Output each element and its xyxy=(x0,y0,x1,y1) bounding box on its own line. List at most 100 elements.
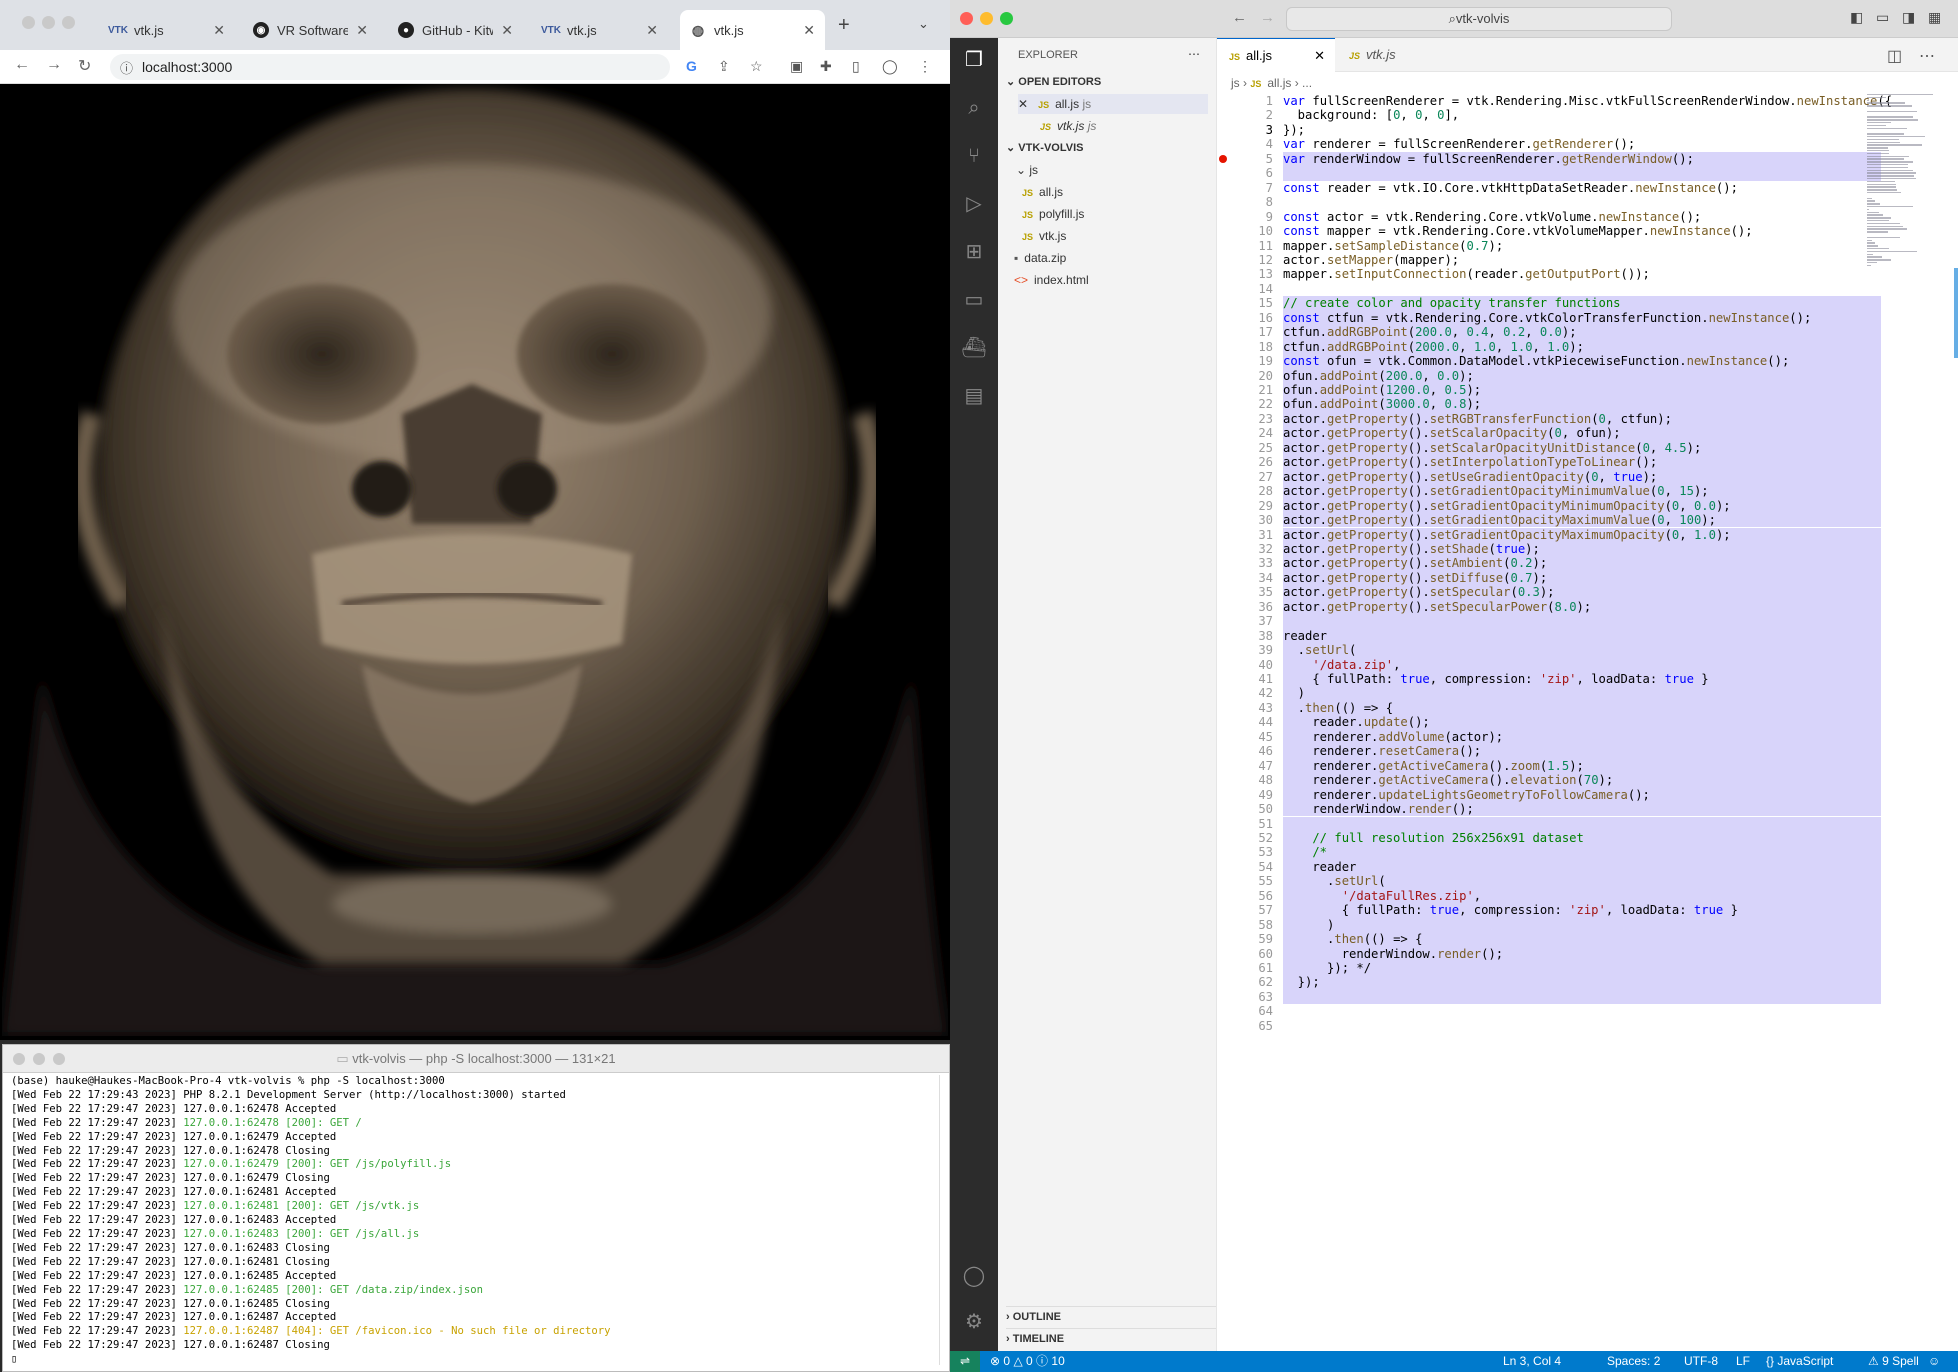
close-icon[interactable]: ✕ xyxy=(1314,39,1325,73)
code-line[interactable]: actor.getProperty().setDiffuse(0.7); xyxy=(1283,570,1881,586)
site-info-icon[interactable]: ⓘ xyxy=(120,58,133,77)
run-debug-icon[interactable]: ▷ xyxy=(960,190,988,218)
code-line[interactable]: // full resolution 256x256x91 dataset xyxy=(1283,830,1881,846)
code-line[interactable]: ofun.addPoint(3000.0, 0.8); xyxy=(1283,397,1881,412)
code-line[interactable]: .then(() => { xyxy=(1283,700,1881,716)
code-line[interactable]: actor.getProperty().setSpecular(0.3); xyxy=(1283,585,1881,600)
file-item[interactable]: JS all.js xyxy=(1022,182,1063,202)
code-line[interactable]: mapper.setInputConnection(reader.getOutp… xyxy=(1283,267,1881,281)
google-icon[interactable]: G xyxy=(686,58,697,74)
code-line[interactable]: // create color and opacity transfer fun… xyxy=(1283,296,1881,311)
extensions-icon[interactable]: ⊞ xyxy=(960,238,988,266)
open-editor-item[interactable]: ✕ JS all.js js xyxy=(1018,94,1208,114)
folder-item[interactable]: ⌄ js xyxy=(1016,160,1038,180)
command-center-search[interactable]: ⌕vtk-volvis xyxy=(1286,7,1672,31)
search-icon[interactable]: ⌕ xyxy=(960,94,988,122)
code-line[interactable]: renderer.getActiveCamera().elevation(70)… xyxy=(1283,773,1881,788)
code-area[interactable]: 1 var fullScreenRenderer = vtk.Rendering.… xyxy=(1217,94,1958,1294)
accounts-icon[interactable]: ◯ xyxy=(960,1262,988,1290)
code-line[interactable]: }); xyxy=(1283,123,1881,137)
back-arrow-icon[interactable]: ← xyxy=(14,56,30,74)
code-line[interactable]: ) xyxy=(1283,686,1881,701)
breakpoint-icon[interactable] xyxy=(1219,154,1227,163)
browser-tab[interactable]: ◉ VR Software w ✕ xyxy=(243,10,378,50)
toggle-panel-icon[interactable]: ▭ xyxy=(1876,9,1889,26)
open-editor-item[interactable]: JS vtk.js js xyxy=(1040,116,1096,136)
split-editor-icon[interactable]: ◫ xyxy=(1887,46,1902,66)
code-line[interactable]: .then(() => { xyxy=(1283,932,1881,947)
terminal-scrollbar[interactable] xyxy=(939,1075,947,1365)
browser-tab[interactable]: VTK vtk.js ✕ xyxy=(533,10,668,50)
code-line[interactable] xyxy=(1283,195,1881,209)
minimap[interactable] xyxy=(1863,94,1958,294)
file-item[interactable]: JS vtk.js xyxy=(1022,226,1066,246)
close-tab-icon[interactable]: ✕ xyxy=(501,22,513,39)
code-line[interactable]: var renderer = fullScreenRenderer.getRen… xyxy=(1283,137,1881,151)
code-line[interactable]: actor.setMapper(mapper); xyxy=(1283,253,1881,267)
code-line[interactable]: actor.getProperty().setGradientOpacityMi… xyxy=(1283,484,1881,499)
terminal-output[interactable]: (base) hauke@Haukes-MacBook-Pro-4 vtk-vo… xyxy=(3,1073,949,1369)
encoding[interactable]: UTF-8 xyxy=(1684,1351,1718,1372)
code-line[interactable]: const actor = vtk.Rendering.Core.vtkVolu… xyxy=(1283,210,1881,224)
code-line[interactable] xyxy=(1283,614,1881,629)
notebook-icon[interactable]: ▤ xyxy=(960,382,988,410)
maximize-window-button[interactable] xyxy=(53,1053,65,1065)
close-tab-icon[interactable]: ✕ xyxy=(356,22,368,39)
code-line[interactable]: actor.getProperty().setShade(true); xyxy=(1283,541,1881,557)
code-line[interactable]: .setUrl( xyxy=(1283,874,1881,889)
code-line[interactable] xyxy=(1283,282,1881,296)
extension-icon[interactable]: ▣ xyxy=(790,58,803,75)
code-line[interactable]: var fullScreenRenderer = vtk.Rendering.M… xyxy=(1283,94,1892,108)
forward-arrow-icon[interactable]: → xyxy=(46,56,62,74)
close-tab-icon[interactable]: ✕ xyxy=(646,22,658,39)
code-line[interactable]: }); */ xyxy=(1283,961,1881,976)
code-line[interactable]: renderer.addVolume(actor); xyxy=(1283,729,1881,745)
menu-dots-icon[interactable]: ⋮ xyxy=(918,58,932,75)
code-line[interactable]: renderer.getActiveCamera().zoom(1.5); xyxy=(1283,758,1881,774)
minimize-window-button[interactable] xyxy=(42,16,55,29)
code-line[interactable]: .setUrl( xyxy=(1283,643,1881,658)
code-line[interactable] xyxy=(1283,1019,1881,1033)
code-line[interactable]: actor.getProperty().setScalarOpacityUnit… xyxy=(1283,440,1881,456)
source-control-icon[interactable]: ⑂ xyxy=(960,142,988,170)
close-window-button[interactable] xyxy=(13,1053,25,1065)
docker-icon[interactable]: ⛴ xyxy=(960,334,988,362)
close-window-button[interactable] xyxy=(960,12,973,25)
code-line[interactable]: background: [0, 0, 0], xyxy=(1283,108,1881,122)
code-line[interactable]: renderer.updateLightsGeometryToFollowCam… xyxy=(1283,787,1881,803)
puzzle-icon[interactable]: ✚ xyxy=(820,58,832,75)
code-line[interactable] xyxy=(1283,166,1881,181)
project-section[interactable]: ⌄ VTK-VOLVIS xyxy=(1006,138,1083,158)
language-mode[interactable]: {} JavaScript xyxy=(1766,1351,1833,1372)
side-panel-icon[interactable]: ▯ xyxy=(852,58,860,75)
code-line[interactable]: renderWindow.render(); xyxy=(1283,946,1881,961)
explorer-files-icon[interactable]: ❐ xyxy=(960,46,988,74)
code-line[interactable]: ofun.addPoint(1200.0, 0.5); xyxy=(1283,383,1881,398)
code-line[interactable]: reader.update(); xyxy=(1283,715,1881,730)
code-line[interactable]: const mapper = vtk.Rendering.Core.vtkVol… xyxy=(1283,224,1881,238)
code-line[interactable]: actor.getProperty().setGradientOpacityMa… xyxy=(1283,527,1881,542)
reload-icon[interactable]: ↻ xyxy=(78,56,91,76)
browser-tab-active[interactable]: ◍ vtk.js ✕ xyxy=(680,10,825,50)
code-line[interactable]: ctfun.addRGBPoint(2000.0, 1.0, 1.0, 1.0)… xyxy=(1283,339,1881,355)
code-line[interactable]: actor.getProperty().setUseGradientOpacit… xyxy=(1283,469,1881,485)
code-line[interactable]: actor.getProperty().setSpecularPower(8.0… xyxy=(1283,599,1881,615)
file-item[interactable]: <> index.html xyxy=(1014,270,1089,290)
code-line[interactable]: actor.getProperty().setInterpolationType… xyxy=(1283,455,1881,470)
remote-explorer-icon[interactable]: ▭ xyxy=(960,286,988,314)
code-line[interactable]: actor.getProperty().setRGBTransferFuncti… xyxy=(1283,411,1881,427)
close-tab-icon[interactable]: ✕ xyxy=(803,22,815,39)
code-line[interactable]: actor.getProperty().setAmbient(0.2); xyxy=(1283,556,1881,571)
code-line[interactable]: /* xyxy=(1283,845,1881,860)
tab-search-chevron-icon[interactable]: ⌄ xyxy=(918,16,929,32)
code-line[interactable]: const ctfun = vtk.Rendering.Core.vtkColo… xyxy=(1283,310,1881,326)
code-line[interactable]: const reader = vtk.IO.Core.vtkHttpDataSe… xyxy=(1283,181,1881,195)
minimize-window-button[interactable] xyxy=(33,1053,45,1065)
file-item[interactable]: ▪ data.zip xyxy=(1014,248,1066,268)
minimize-window-button[interactable] xyxy=(980,12,993,25)
editor-tab-active[interactable]: JS all.js ✕ xyxy=(1217,38,1335,72)
code-line[interactable] xyxy=(1283,816,1881,831)
problems-indicator[interactable]: ⊗ 0 △ 0 ⓘ 10 xyxy=(990,1351,1065,1372)
editor-tab[interactable]: JS vtk.js xyxy=(1337,38,1447,72)
code-line[interactable]: reader xyxy=(1283,628,1881,644)
